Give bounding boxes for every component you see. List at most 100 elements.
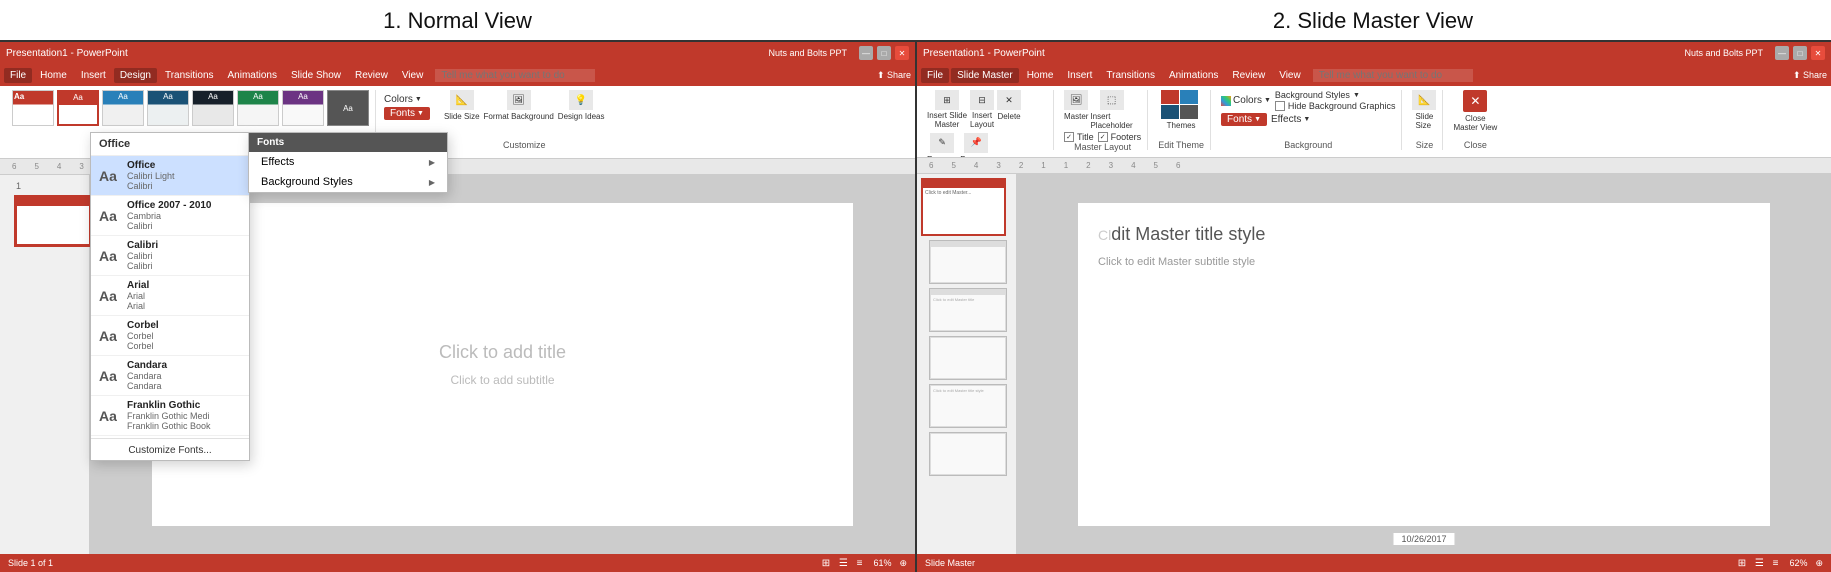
right-menu-file[interactable]: File: [921, 68, 949, 83]
left-slide-title: Click to add title: [439, 342, 566, 363]
left-font-corbel[interactable]: Aa Corbel Corbel Corbel: [91, 316, 249, 356]
right-rename-btn[interactable]: ✎ Rename: [927, 133, 957, 158]
right-delete-btn[interactable]: ✕ Delete: [997, 90, 1021, 130]
left-format-bg-label: Format Background: [484, 112, 554, 121]
left-menu-home[interactable]: Home: [34, 68, 73, 83]
right-slide-main[interactable]: Cldit Master title style Click to edit M…: [1017, 174, 1831, 554]
right-close-master-btn[interactable]: ✕ CloseMaster View: [1453, 90, 1497, 132]
right-filename: Presentation1 - PowerPoint: [923, 48, 1045, 59]
left-share-btn[interactable]: ⬆ Share: [877, 70, 911, 81]
right-fonts-btn[interactable]: Fonts ▼: [1221, 113, 1267, 126]
theme-swatch-4: [1180, 105, 1198, 119]
right-search-input[interactable]: [1313, 69, 1473, 82]
left-dd-divider: [91, 438, 249, 439]
left-theme-7[interactable]: Aa: [282, 90, 324, 126]
left-maximize-btn[interactable]: □: [877, 46, 891, 60]
left-theme-4[interactable]: Aa: [147, 90, 189, 126]
right-title-checkbox[interactable]: Title: [1064, 132, 1094, 142]
right-effects-btn[interactable]: Effects ▼: [1271, 114, 1310, 125]
right-insert-slide-master-btn[interactable]: ⊞ Insert SlideMaster: [927, 90, 967, 130]
right-preserve-btn[interactable]: 📌 Preserve: [960, 133, 992, 158]
left-submenu-bgstyles[interactable]: Background Styles: [249, 172, 447, 192]
right-title-bar: Presentation1 - PowerPoint Nuts and Bolt…: [917, 42, 1831, 64]
left-menu-design[interactable]: Design: [114, 68, 157, 83]
right-menu-home[interactable]: Home: [1021, 68, 1060, 83]
right-bg-styles-btn[interactable]: Background Styles ▼: [1275, 90, 1396, 100]
left-colors-btn[interactable]: Colors ▼: [384, 92, 430, 107]
right-menu-animations[interactable]: Animations: [1163, 68, 1224, 83]
left-customize-link[interactable]: Customize Fonts...: [91, 441, 249, 460]
left-slide-thumb-1[interactable]: [14, 195, 92, 247]
left-minimize-btn[interactable]: —: [859, 46, 873, 60]
right-close-group: ✕ CloseMaster View Close: [1447, 90, 1503, 150]
right-view-name: Slide Master: [925, 558, 975, 568]
right-share-btn[interactable]: ⬆ Share: [1793, 70, 1827, 81]
right-layout-thumb-4[interactable]: Click to edit Master title style: [929, 384, 1007, 428]
hide-bg-label: Hide Background Graphics: [1288, 101, 1396, 111]
right-themes-btn[interactable]: Themes: [1161, 90, 1201, 130]
left-zoom-icon: ⊕: [899, 558, 907, 569]
left-font-arial[interactable]: Aa Arial Arial Arial: [91, 276, 249, 316]
right-layout-thumb-2[interactable]: Click to edit Master title: [929, 288, 1007, 332]
left-menu-bar: File Home Insert Design Transitions Anim…: [0, 64, 915, 86]
slide-size-icon: 📐: [450, 90, 474, 110]
left-menu-file[interactable]: File: [4, 68, 32, 83]
left-menu-review[interactable]: Review: [349, 68, 394, 83]
right-layout-thumb-3[interactable]: [929, 336, 1007, 380]
right-insert-layout-btn[interactable]: ⊟ InsertLayout: [970, 90, 994, 130]
left-fonts-btn[interactable]: Fonts ▼: [384, 107, 430, 120]
right-maximize-btn[interactable]: □: [1793, 46, 1807, 60]
right-master-canvas: Cldit Master title style Click to edit M…: [1078, 203, 1770, 526]
right-menu-insert[interactable]: Insert: [1061, 68, 1098, 83]
left-menu-animations[interactable]: Animations: [222, 68, 283, 83]
left-font-calibri[interactable]: Aa Calibri Calibri Calibri: [91, 236, 249, 276]
right-date-field: 10/26/2017: [1392, 532, 1455, 546]
left-font-franklin[interactable]: Aa Franklin Gothic Franklin Gothic Medi …: [91, 396, 249, 436]
right-master-thumb-main[interactable]: Click to edit Master...: [921, 178, 1006, 236]
right-close-btn[interactable]: ✕: [1811, 46, 1825, 60]
left-submenu-effects[interactable]: Effects: [249, 152, 447, 172]
left-theme-5[interactable]: Aa: [192, 90, 234, 126]
left-slide-subtitle: Click to add subtitle: [450, 373, 554, 387]
left-design-ideas-btn[interactable]: 💡 Design Ideas: [558, 90, 605, 121]
right-minimize-btn[interactable]: —: [1775, 46, 1789, 60]
right-title: 2. Slide Master View: [915, 8, 1831, 34]
right-colors-btn[interactable]: Colors ▼: [1221, 95, 1271, 106]
left-colors-label: Colors: [384, 94, 413, 105]
left-font-office2007[interactable]: Aa Office 2007 - 2010 Cambria Calibri: [91, 196, 249, 236]
left-menu-transitions[interactable]: Transitions: [159, 68, 220, 83]
hide-bg-box: [1275, 101, 1285, 111]
left-menu-slideshow[interactable]: Slide Show: [285, 68, 347, 83]
right-master-layout-label: Master Layout: [1074, 142, 1131, 152]
right-menu-slidemaster[interactable]: Slide Master: [951, 68, 1019, 83]
left-format-bg-btn[interactable]: 🖼 Format Background: [484, 90, 554, 121]
right-size-label: Size: [1416, 140, 1434, 150]
left-theme-8[interactable]: Aa: [327, 90, 369, 126]
left-font-candara[interactable]: Aa Candara Candara Candara: [91, 356, 249, 396]
right-thumbnails: Click to edit Master... Click to edit Ma…: [917, 174, 1017, 554]
left-customize-buttons: 📐 Slide Size 🖼 Format Background 💡 Desig…: [444, 90, 605, 121]
left-slide-size-btn[interactable]: 📐 Slide Size: [444, 90, 480, 121]
bg-styles-label: Background Styles: [1275, 90, 1350, 100]
left-theme-2[interactable]: Aa: [57, 90, 99, 126]
right-menu-review[interactable]: Review: [1226, 68, 1271, 83]
left-theme-6[interactable]: Aa: [237, 90, 279, 126]
left-menu-view[interactable]: View: [396, 68, 430, 83]
left-search-input[interactable]: [435, 69, 595, 82]
right-layout-thumb-5[interactable]: [929, 432, 1007, 476]
right-master-btn[interactable]: 🖼 Master: [1064, 90, 1088, 130]
right-footers-checkbox[interactable]: Footers: [1098, 132, 1142, 142]
right-insert-placeholder-btn[interactable]: ⬚ InsertPlaceholder: [1090, 90, 1132, 130]
right-layout-thumb-1[interactable]: [929, 240, 1007, 284]
right-hide-bg-checkbox[interactable]: Hide Background Graphics: [1275, 101, 1396, 111]
right-edit-theme-label: Edit Theme: [1158, 140, 1204, 150]
left-font-office[interactable]: Aa Office Calibri Light Calibri: [91, 156, 249, 196]
left-menu-insert[interactable]: Insert: [75, 68, 112, 83]
left-theme-3[interactable]: Aa: [102, 90, 144, 126]
rename-icon: ✎: [930, 133, 954, 153]
right-menu-view[interactable]: View: [1273, 68, 1307, 83]
left-theme-1[interactable]: Aa: [12, 90, 54, 126]
right-slide-size-btn[interactable]: 📐 SlideSize: [1412, 90, 1436, 130]
left-close-btn[interactable]: ✕: [895, 46, 909, 60]
right-menu-transitions[interactable]: Transitions: [1100, 68, 1161, 83]
